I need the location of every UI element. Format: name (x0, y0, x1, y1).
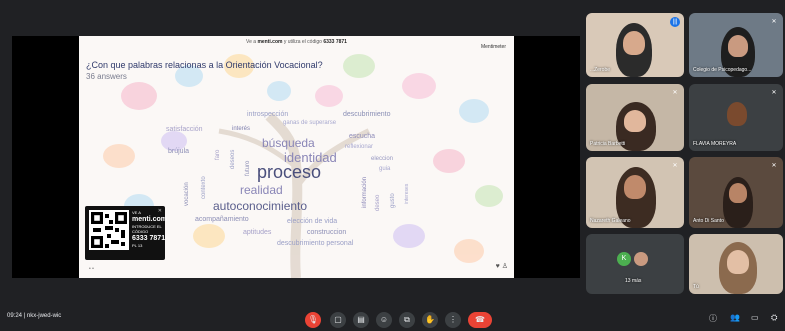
participant-tile[interactable]: ✕ Patricia Barbetti (586, 84, 684, 151)
qr-code-icon (89, 210, 129, 250)
emoji-button[interactable]: ☺ (376, 312, 392, 328)
participant-face (727, 250, 749, 274)
participant-face (729, 183, 747, 203)
cloud-word-vertical: faro (215, 149, 221, 160)
cloud-word: guia (379, 166, 391, 172)
cloud-word: realidad (240, 183, 283, 197)
participant-name: Nazareth Galeano (590, 218, 631, 224)
raise-hand-button[interactable]: ✋ (422, 312, 438, 328)
cloud-word-vertical: deseo (375, 194, 381, 211)
cloud-word: interés (232, 126, 251, 132)
cloud-word: reflexionar (345, 144, 374, 150)
people-icon[interactable]: 👥 (730, 313, 740, 322)
cloud-word: descubrimiento personal (277, 240, 354, 247)
cloud-word: identidad (284, 150, 337, 165)
participant-face (624, 175, 646, 199)
brand-label: Mentimeter (480, 44, 506, 50)
cloud-word: autoconocimiento (213, 199, 308, 213)
slide-question: ¿Con que palabras relacionas a la Orient… (86, 60, 323, 70)
chat-icon[interactable]: ▭ (751, 313, 759, 322)
cloud-word: proceso (257, 162, 322, 182)
cloud-word: descubrimiento (343, 111, 391, 118)
reaction-icon[interactable]: ♥ (496, 263, 500, 270)
participant-tile[interactable]: ✕ Nazareth Galeano (586, 157, 684, 228)
activities-icon[interactable]: ⛭ (771, 313, 777, 323)
qr-site: menti.com (132, 216, 168, 223)
participant-tile[interactable]: ✕ Colegio de Psicopedago... (689, 13, 783, 77)
participant-avatar: K (617, 252, 631, 266)
cloud-word-vertical: deseos (230, 149, 236, 169)
presentation-slide: Ve a menti.com y utiliza el código 6333 … (79, 36, 514, 278)
end-call-button[interactable]: ☎ (468, 312, 492, 328)
cloud-word: búsqueda (262, 136, 315, 150)
mic-off-icon: ✕ (771, 19, 777, 25)
cloud-word: ganas de superarse (283, 120, 337, 126)
participant-tile[interactable]: ||| ...Zerobe (586, 13, 684, 77)
participant-avatar-photo (634, 252, 648, 266)
more-participants-tile[interactable]: 13 más (586, 234, 684, 294)
join-qr-card[interactable]: VE A menti.com INTRODUCE EL CÓDIGO 6333 … (85, 206, 167, 260)
mentimeter-logo: Mentimeter (481, 44, 506, 50)
meeting-time: 09:24 (7, 313, 23, 319)
slide-nav-dots[interactable]: • • (89, 266, 94, 272)
mic-off-icon: ✕ (672, 163, 678, 169)
participant-video (727, 102, 747, 126)
meeting-toolbar: 09:24 | nkx-jwed-wic 🎙 ▢ ▤ ☺ ⧉ ✋ ⋮ ☎ ⓘ 👥… (0, 300, 785, 331)
participant-name: ...Zerobe (590, 67, 611, 73)
qr-join-text: VE A menti.com INTRODUCE EL CÓDIGO 6333 … (132, 210, 167, 248)
cloud-word: acompañamiento (195, 216, 249, 223)
cloud-word: eleccion (371, 156, 394, 162)
qr-code-number: 6333 7871 (132, 235, 166, 242)
mic-off-icon: ✕ (771, 163, 777, 169)
mic-off-button[interactable]: 🎙 (305, 312, 321, 328)
cloud-word: satisfacción (166, 126, 203, 133)
meeting-time-and-code: 09:24 | nkx-jwed-wic (7, 313, 61, 319)
answer-count: 36 answers (86, 72, 127, 81)
cloud-word: brújula (168, 148, 190, 155)
mic-off-icon: ✕ (771, 90, 777, 96)
meeting-code: nkx-jwed-wic (26, 313, 62, 319)
person-icon[interactable]: ♙ (502, 263, 508, 270)
participant-tile[interactable]: ✕ Anto Di Santo (689, 157, 783, 228)
info-icon[interactable]: ⓘ (709, 313, 717, 324)
cloud-word: elección de vida (287, 218, 338, 225)
cloud-word-vertical: futuro (245, 160, 251, 176)
speaking-indicator-icon: ||| (670, 17, 680, 27)
close-icon[interactable]: ✕ (158, 208, 162, 214)
participant-face (728, 35, 748, 57)
cloud-word: escucha (349, 133, 376, 140)
slide-controls[interactable]: ♥ ♙ (496, 262, 508, 270)
self-view-tile[interactable]: Tú (689, 234, 783, 294)
cloud-word-vertical: contexto (201, 176, 207, 199)
participant-name: Patricia Barbetti (590, 141, 626, 147)
slide-join-instructions: Ve a menti.com y utiliza el código 6333 … (246, 39, 347, 45)
participant-face (623, 31, 645, 55)
participant-tile[interactable]: ✕ FLAVIA MOREYRA (689, 84, 783, 151)
self-label: Tú (693, 284, 699, 290)
present-button[interactable]: ⧉ (399, 312, 415, 328)
more-options-button[interactable]: ⋮ (445, 312, 461, 328)
camera-button[interactable]: ▢ (330, 312, 346, 328)
captions-button[interactable]: ▤ (353, 312, 369, 328)
cloud-word-vertical: intereses (404, 183, 410, 204)
cloud-word-vertical: información (362, 176, 368, 208)
participant-face (624, 110, 646, 132)
cloud-word-vertical: vocación (184, 182, 190, 206)
participant-name: FLAVIA MOREYRA (693, 141, 737, 147)
more-participants-label: 13 más (625, 278, 642, 284)
qr-footer: PL 13 (132, 243, 143, 248)
cloud-word: construccion (307, 229, 347, 236)
cloud-word: introspección (247, 111, 289, 118)
participant-name: Anto Di Santo (693, 218, 724, 224)
cloud-word-vertical: gusto (390, 193, 396, 208)
mic-off-icon: ✕ (672, 90, 678, 96)
participant-name: Colegio de Psicopedago... (693, 67, 752, 73)
cloud-word: aptitudes (243, 229, 272, 236)
